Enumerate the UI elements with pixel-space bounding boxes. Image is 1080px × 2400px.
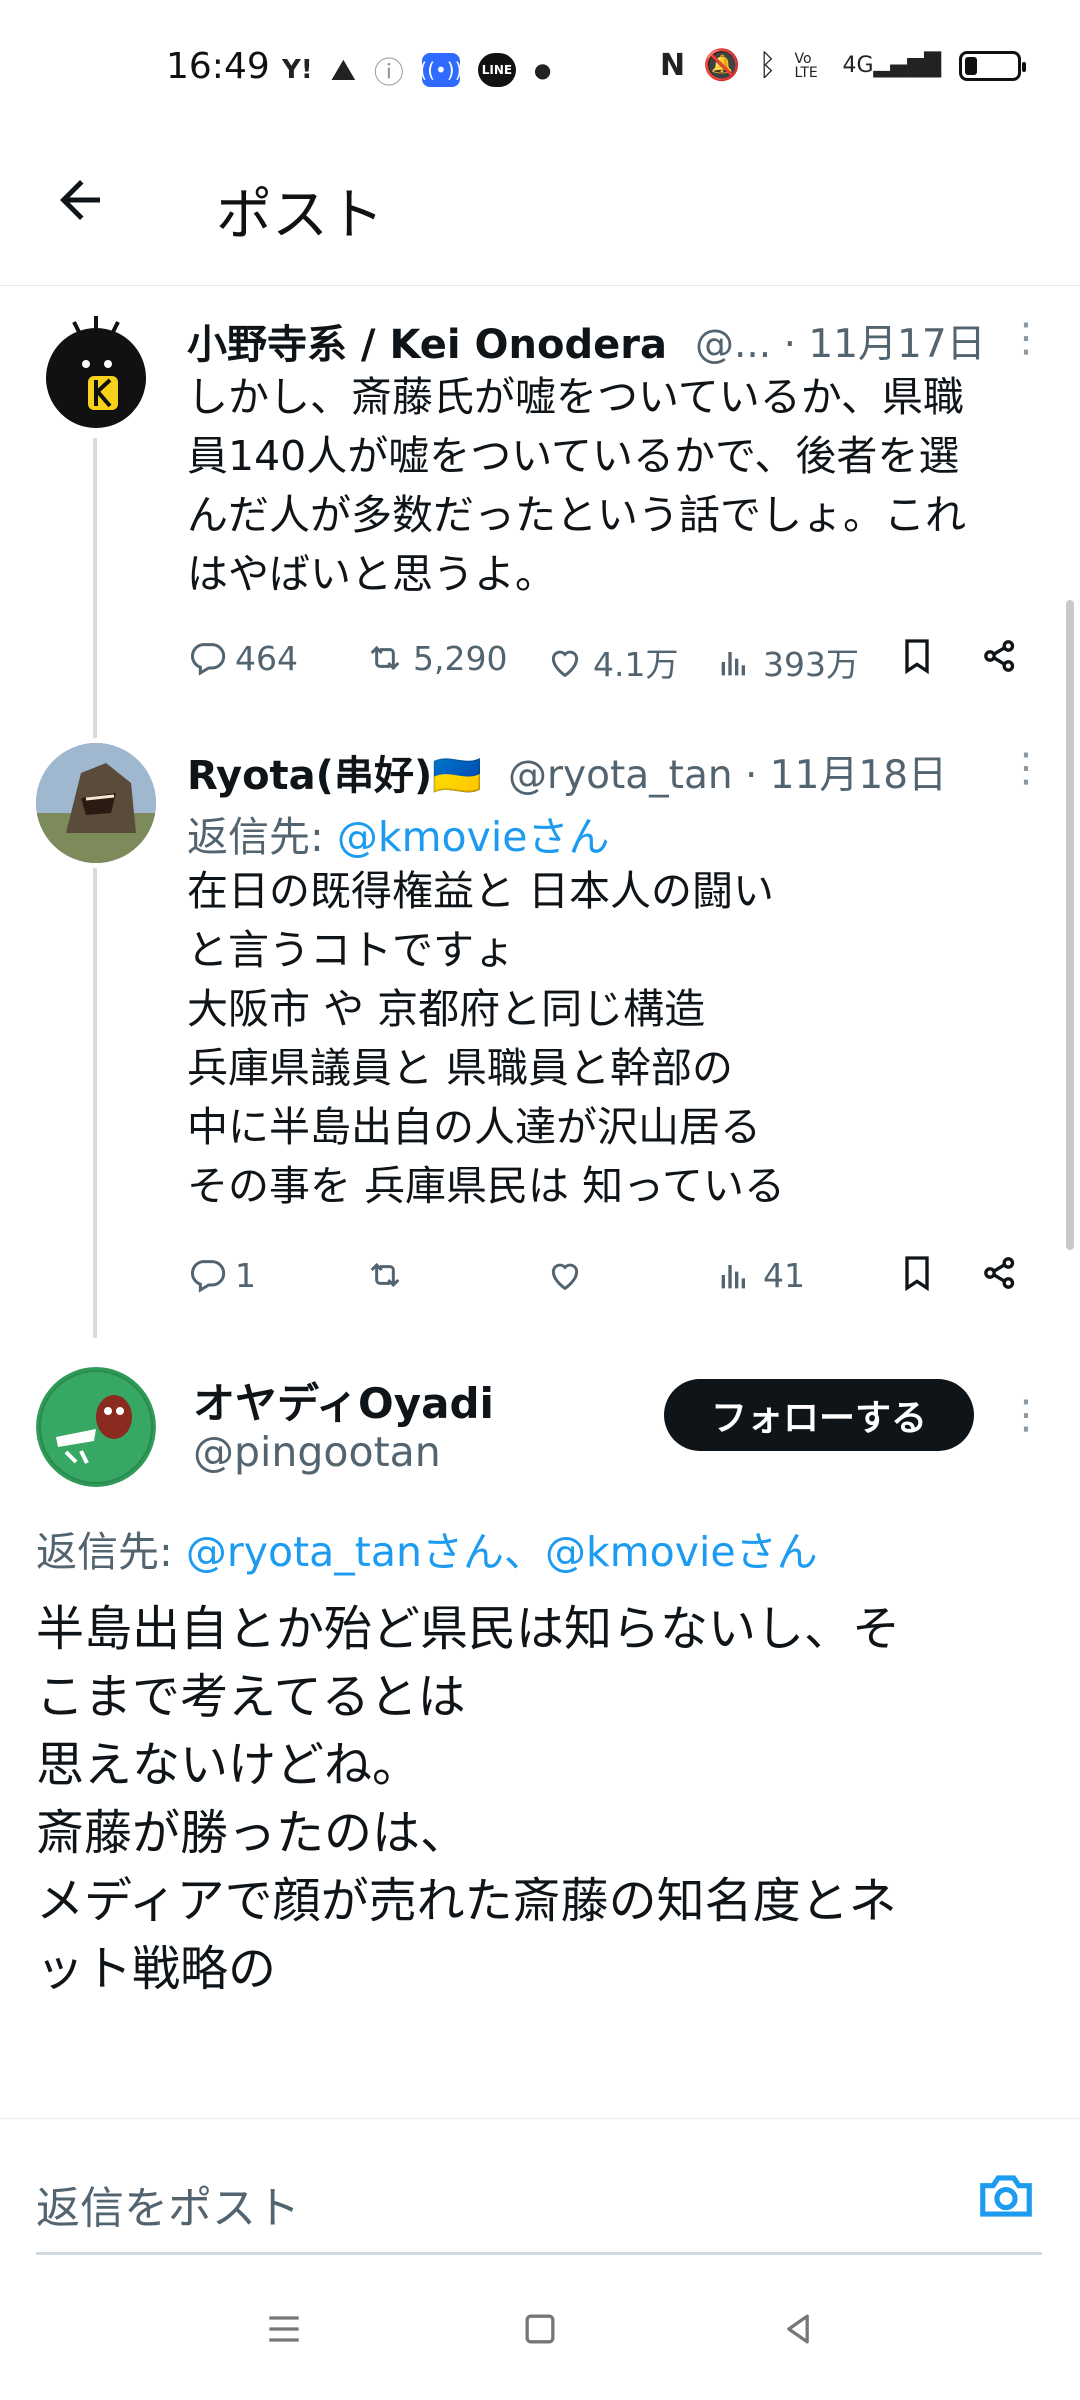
- page-title: ポスト: [216, 183, 384, 248]
- avatar[interactable]: [36, 1367, 156, 1487]
- reply-icon: [190, 1260, 226, 1293]
- status-time: 16:49: [166, 46, 270, 87]
- bookmark-button[interactable]: [897, 636, 937, 676]
- more-options-icon[interactable]: ⋮: [1006, 318, 1046, 358]
- bluetooth-icon: ᛒ: [758, 48, 777, 83]
- reply-icon: [190, 643, 226, 676]
- nfc-broadcast-icon: ((•)): [419, 53, 462, 87]
- follow-button[interactable]: フォローする: [664, 1379, 974, 1451]
- more-options-icon[interactable]: ⋮: [1006, 1395, 1046, 1435]
- back-triangle-icon[interactable]: [776, 2307, 820, 2363]
- views-count: 41: [763, 1255, 805, 1295]
- repost-button[interactable]: 5,290: [365, 638, 507, 678]
- menu-icon[interactable]: [262, 2307, 306, 2363]
- reply-to-mention[interactable]: @kmovieさん: [337, 813, 610, 861]
- reply-to-line: 返信先: @ryota_tanさん、@kmovieさん: [36, 1518, 818, 1578]
- app-header: [0, 140, 1080, 286]
- tweet-body: 在日の既得権益と 日本人の闘い と言うコトですょ 大阪市 や 京都府と同じ構造 …: [187, 867, 786, 1210]
- bookmark-icon: [905, 1256, 929, 1292]
- mountain-icon: ⛰: [330, 52, 356, 88]
- share-icon: [984, 640, 1015, 672]
- yahoo-icon: Y!: [282, 55, 313, 85]
- views-chart-icon: [721, 1265, 745, 1289]
- info-icon: ⓘ: [373, 56, 404, 91]
- reply-count: 464: [235, 638, 298, 678]
- reply-to-prefix: 返信先:: [36, 1528, 186, 1576]
- mute-icon: 🔕: [703, 48, 741, 83]
- signal-4g-icon: 4G▂▄▆█: [842, 53, 942, 78]
- home-square-icon[interactable]: [518, 2307, 562, 2363]
- battery-icon: [959, 50, 1027, 81]
- dot-icon: ●: [533, 58, 552, 82]
- reply-input-underline: [36, 2252, 1042, 2255]
- back-arrow-icon[interactable]: [50, 170, 120, 240]
- reply-to-prefix: 返信先:: [187, 813, 337, 861]
- reply-count: 1: [235, 1255, 256, 1295]
- views-button[interactable]: 393万: [715, 638, 859, 686]
- thread-line: [93, 438, 97, 738]
- thread-line: [93, 868, 97, 1338]
- like-button[interactable]: [545, 1255, 593, 1295]
- reply-to-line: 返信先: @kmovieさん: [187, 803, 610, 863]
- status-right-icons: N 🔕 ᛒ Vo LTE 4G▂▄▆█: [660, 48, 1027, 83]
- tweet-author-name[interactable]: オヤディOyadi: [193, 1370, 494, 1431]
- reply-input[interactable]: 返信をポスト: [36, 2172, 300, 2236]
- reply-button[interactable]: 1: [187, 1255, 256, 1295]
- tweet-handle-date[interactable]: @... · 11月17日: [695, 313, 986, 369]
- avatar[interactable]: [36, 743, 156, 863]
- heart-icon: [551, 650, 579, 678]
- share-button[interactable]: [980, 636, 1020, 676]
- tweet-body: しかし、斎藤氏が嘘をついているか、県職 員140人が嘘をついているかで、後者を選…: [187, 373, 966, 598]
- views-chart-icon: [721, 652, 745, 676]
- share-button[interactable]: [980, 1253, 1020, 1293]
- tweet-author-name[interactable]: Ryota(串好)🇺🇦: [187, 743, 482, 801]
- tweet-body: 半島出自とか殆ど県民は知らないし、そ こまで考えてるとは 思えないけどね。 斎藤…: [36, 1601, 901, 1997]
- like-count: 4.1万: [593, 645, 679, 684]
- tweet-handle[interactable]: @pingootan: [193, 1428, 441, 1476]
- bookmark-icon: [905, 639, 929, 675]
- reply-button[interactable]: 464: [187, 638, 298, 678]
- repost-button[interactable]: [365, 1255, 413, 1295]
- views-count: 393万: [763, 645, 859, 684]
- repost-icon: [370, 1262, 400, 1288]
- reply-to-mention[interactable]: @ryota_tanさん、@kmovieさん: [186, 1528, 818, 1576]
- like-button[interactable]: 4.1万: [545, 638, 678, 686]
- status-bar: 16:49 Y! ⛰ ⓘ ((•)) LINE ● N 🔕 ᛒ Vo LTE 4…: [0, 0, 1080, 140]
- camera-icon[interactable]: [975, 2165, 1037, 2227]
- tweet-handle-date[interactable]: @ryota_tan · 11月18日: [508, 744, 947, 800]
- network-label: 4G: [842, 53, 874, 78]
- volte-icon: Vo LTE: [794, 50, 818, 81]
- avatar[interactable]: [36, 312, 156, 432]
- line-app-icon: LINE: [477, 53, 516, 87]
- nfc-icon: N: [660, 48, 686, 83]
- views-button[interactable]: 41: [715, 1255, 805, 1295]
- repost-count: 5,290: [413, 638, 508, 678]
- share-icon: [984, 1257, 1015, 1289]
- scrollbar[interactable]: [1066, 600, 1074, 1250]
- heart-icon: [551, 1263, 579, 1291]
- repost-icon: [370, 645, 400, 671]
- tweet-author-name[interactable]: 小野寺系 / Kei Onodera: [187, 312, 667, 370]
- status-left-icons: Y! ⛰ ⓘ ((•)) LINE ●: [282, 48, 551, 92]
- bookmark-button[interactable]: [897, 1253, 937, 1293]
- more-options-icon[interactable]: ⋮: [1006, 748, 1046, 788]
